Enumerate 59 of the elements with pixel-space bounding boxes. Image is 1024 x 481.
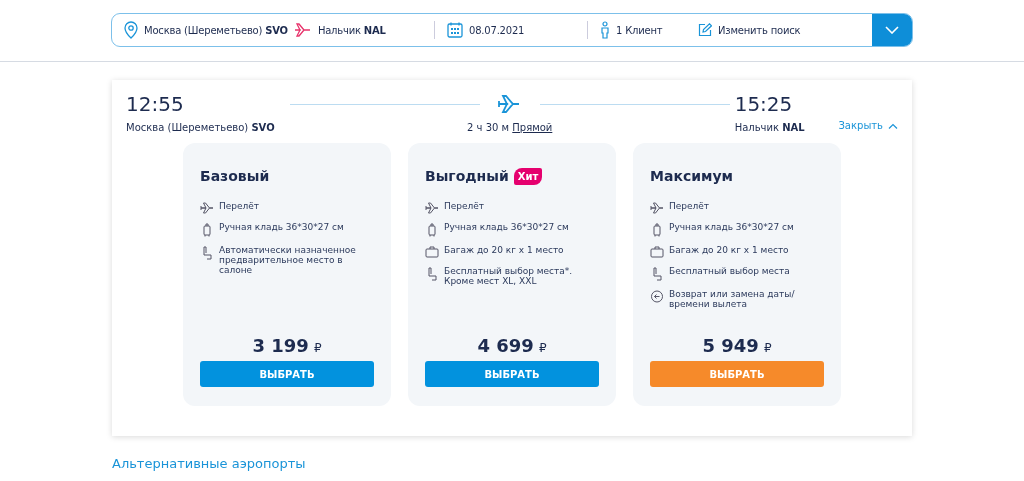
flight-duration: 2 ч 30 м bbox=[467, 122, 510, 133]
arrival-time: 15:25 bbox=[734, 92, 794, 116]
fare-price: 5 949 bbox=[702, 335, 759, 356]
fare-feature: Ручная кладь 36*30*27 см bbox=[219, 222, 344, 232]
calendar-icon bbox=[447, 22, 463, 38]
seat-icon bbox=[200, 246, 214, 260]
fare-feature: Перелёт bbox=[669, 201, 710, 211]
hit-badge: Хит bbox=[513, 167, 543, 185]
location-pin-icon bbox=[124, 21, 138, 39]
suitcase-icon bbox=[425, 223, 439, 237]
edit-search-link[interactable]: Изменить поиск bbox=[718, 24, 801, 36]
flight-date: 08.07.2021 bbox=[469, 24, 525, 36]
fare-price: 3 199 bbox=[252, 335, 309, 356]
fare-feature: Бесплатный выбор места bbox=[669, 266, 790, 276]
departure-time: 12:55 bbox=[126, 92, 185, 116]
currency-sign: ₽ bbox=[313, 341, 322, 355]
close-link[interactable]: Закрыть bbox=[838, 120, 898, 131]
departure-airport: Москва (Шереметьево) SVO bbox=[126, 122, 275, 133]
bag-icon bbox=[425, 246, 439, 258]
edit-icon bbox=[698, 23, 712, 37]
fare-feature: Автоматически назначенное предварительное место в салоне bbox=[219, 245, 357, 275]
direct-flight-link[interactable]: Прямой bbox=[512, 122, 553, 133]
fare-name: Максимум bbox=[650, 168, 733, 184]
refund-icon bbox=[650, 290, 664, 303]
fare-feature: Багаж до 20 кг x 1 место bbox=[444, 245, 564, 255]
seat-icon bbox=[425, 267, 439, 281]
select-button[interactable]: ВЫБРАТЬ bbox=[425, 361, 599, 387]
seat-icon bbox=[650, 267, 664, 281]
alternative-airports-link[interactable]: Альтернативные аэропорты bbox=[112, 456, 306, 471]
plane-icon bbox=[293, 23, 312, 37]
arrival-airport: Нальчик NAL bbox=[734, 122, 805, 133]
suitcase-icon bbox=[650, 223, 664, 237]
bag-icon bbox=[650, 246, 664, 258]
fare-feature: Ручная кладь 36*30*27 см bbox=[444, 222, 569, 232]
passenger-count: 1 Клиент bbox=[616, 24, 663, 36]
currency-sign: ₽ bbox=[763, 341, 772, 355]
suitcase-icon bbox=[200, 223, 214, 237]
fare-feature: Багаж до 20 кг x 1 место bbox=[669, 245, 789, 255]
plane-icon bbox=[200, 202, 214, 214]
fare-name: Выгодный bbox=[425, 168, 509, 184]
destination-city: Нальчик NAL bbox=[317, 24, 386, 36]
fare-feature: Возврат или замена даты/ времени вылета bbox=[669, 289, 796, 309]
fare-feature: Бесплатный выбор места*. Кроме мест XL, XXL bbox=[444, 266, 574, 286]
select-button[interactable]: ВЫБРАТЬ bbox=[200, 361, 374, 387]
select-button[interactable]: ВЫБРАТЬ bbox=[650, 361, 824, 387]
person-icon bbox=[600, 21, 610, 39]
origin-city: Москва (Шереметьево) SVO bbox=[144, 24, 288, 36]
fare-feature: Перелёт bbox=[219, 201, 260, 211]
fare-name: Базовый bbox=[200, 168, 270, 184]
plane-icon bbox=[425, 202, 439, 214]
plane-icon bbox=[497, 95, 522, 113]
fare-feature: Ручная кладь 36*30*27 см bbox=[669, 222, 794, 232]
fare-price: 4 699 bbox=[477, 335, 534, 356]
plane-icon bbox=[650, 202, 664, 214]
chevron-down-icon bbox=[885, 26, 899, 34]
currency-sign: ₽ bbox=[538, 341, 547, 355]
fare-feature: Перелёт bbox=[444, 201, 485, 211]
chevron-up-icon bbox=[888, 122, 898, 129]
expand-button[interactable] bbox=[872, 14, 912, 46]
